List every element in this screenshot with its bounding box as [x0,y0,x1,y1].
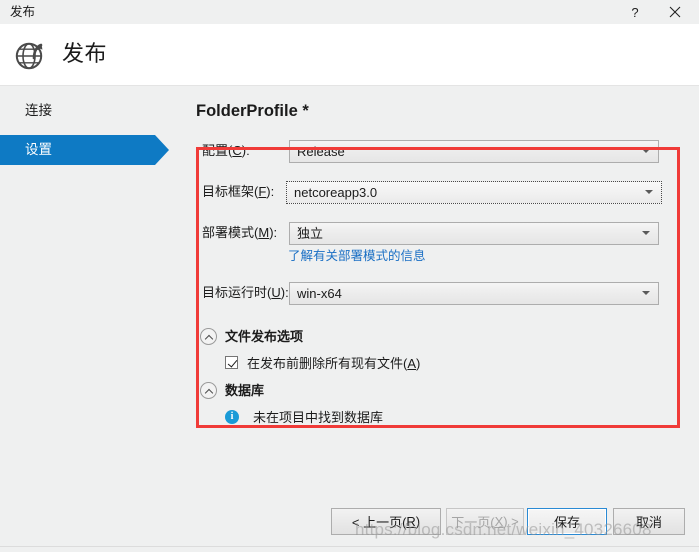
chevron-down-icon [645,190,653,194]
database-info-text: 未在项目中找到数据库 [253,410,384,425]
target-runtime-combobox[interactable]: win-x64 [289,282,659,305]
dialog-footer: < 上一页(R) 下一页(X) > 保存 取消 [0,500,699,552]
wizard-sidebar: 连接 设置 [0,96,180,174]
target-runtime-label: 目标运行时(U): [202,285,289,300]
target-framework-value: netcoreapp3.0 [294,185,378,200]
configuration-row: 配置(C): Release [196,140,680,163]
target-framework-label: 目标框架(F): [202,184,275,199]
configuration-value: Release [297,144,345,159]
file-publish-options-section: 文件发布选项 在发布前删除所有现有文件(A) [196,328,680,382]
deployment-mode-value: 独立 [297,226,324,241]
previous-button[interactable]: < 上一页(R) [331,508,441,535]
sidebar-item-connection[interactable]: 连接 [0,96,180,126]
window-title-bar: 发布 ? [0,0,699,24]
file-publish-options-title: 文件发布选项 [225,329,304,344]
save-button[interactable]: 保存 [527,508,607,535]
target-framework-row: 目标框架(F): netcoreapp3.0 [196,181,680,204]
close-icon [669,6,681,18]
settings-form: 配置(C): Release 目标框架(F): netcoreapp3.0 部署… [196,140,680,432]
configuration-label: 配置(C): [202,143,250,158]
chevron-down-icon [642,231,650,235]
chevron-down-icon [642,149,650,153]
database-title: 数据库 [225,383,265,398]
deployment-mode-help-link[interactable]: 了解有关部署模式的信息 [288,248,426,265]
page-title: 发布 [62,41,108,66]
target-framework-combobox[interactable]: netcoreapp3.0 [286,181,662,204]
deployment-mode-combobox[interactable]: 独立 [289,222,659,245]
next-button[interactable]: 下一页(X) > [446,508,524,535]
chevron-up-icon[interactable] [200,382,217,399]
delete-existing-files-label: 在发布前删除所有现有文件(A) [247,356,421,371]
cancel-button[interactable]: 取消 [613,508,685,535]
window-title: 发布 [10,5,36,19]
configuration-combobox[interactable]: Release [289,140,659,163]
chevron-up-icon[interactable] [200,328,217,345]
globe-publish-icon [12,36,50,74]
sidebar-item-settings[interactable]: 设置 [0,135,169,165]
settings-panel: FolderProfile * 配置(C): Release 目标框架(F): … [196,100,680,432]
close-button[interactable] [659,0,691,24]
delete-existing-files-checkbox[interactable] [225,356,238,369]
target-runtime-row: 目标运行时(U): win-x64 [196,282,680,305]
target-runtime-value: win-x64 [297,286,342,301]
chevron-down-icon [642,291,650,295]
database-section: 数据库 i 未在项目中找到数据库 [196,382,680,432]
footer-divider [0,546,699,547]
info-icon: i [225,410,239,424]
deployment-mode-label: 部署模式(M): [202,225,278,240]
profile-name-heading: FolderProfile * [196,102,309,120]
deployment-mode-row: 部署模式(M): 独立 了解有关部署模式的信息 [196,222,680,263]
dialog-header: 发布 [0,24,699,86]
help-button[interactable]: ? [619,0,651,24]
